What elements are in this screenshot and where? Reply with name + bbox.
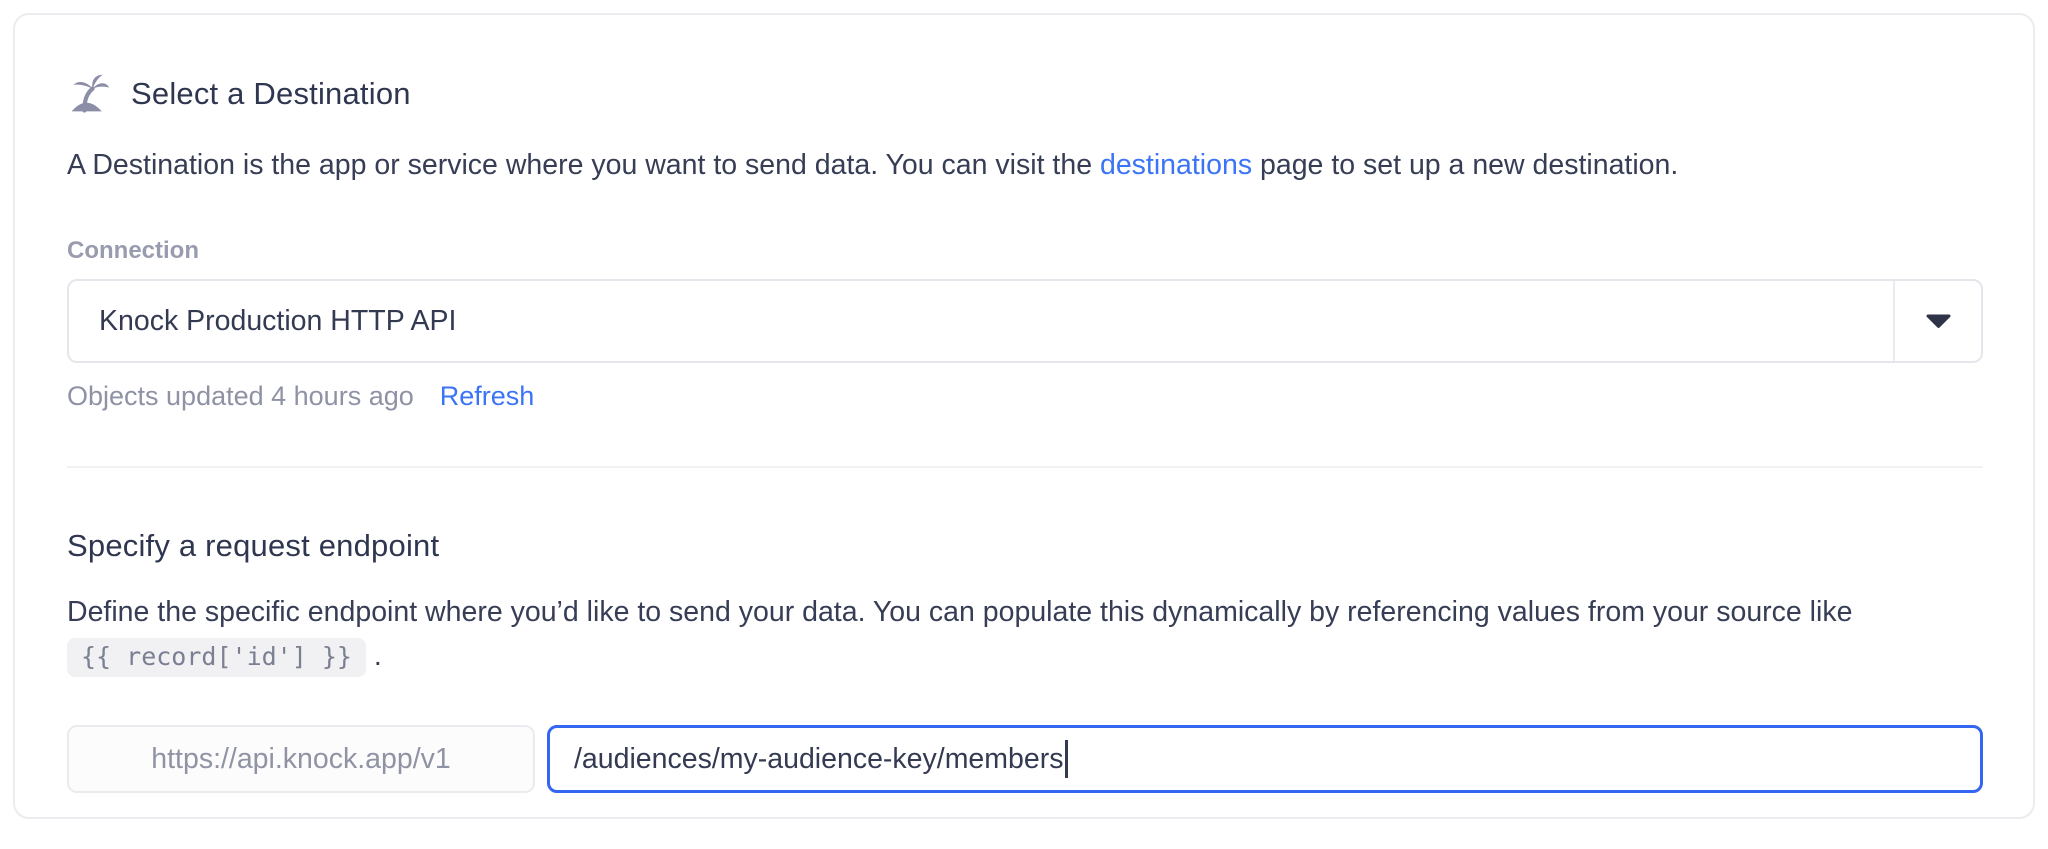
- description-text-after: page to set up a new destination.: [1252, 149, 1679, 181]
- objects-updated-status: Objects updated 4 hours ago: [67, 381, 414, 411]
- destinations-link[interactable]: destinations: [1100, 149, 1252, 181]
- endpoint-heading: Specify a request endpoint: [67, 528, 440, 563]
- base-url-prefix: https://api.knock.app/v1: [67, 725, 535, 793]
- description-text-before: A Destination is the app or service wher…: [67, 149, 1100, 181]
- text-cursor: [1065, 740, 1069, 778]
- record-id-code-chip: {{ record['id'] }}: [67, 638, 366, 677]
- palm-island-icon: [67, 71, 111, 117]
- endpoint-description-before: Define the specific endpoint where you’d…: [67, 596, 1853, 628]
- endpoint-path-value: /audiences/my-audience-key/members: [574, 742, 1064, 775]
- endpoint-input-row: https://api.knock.app/v1 /audiences/my-a…: [67, 725, 1983, 793]
- chevron-down-icon: [1893, 281, 1981, 361]
- refresh-link[interactable]: Refresh: [440, 381, 535, 412]
- page-title: Select a Destination: [131, 76, 411, 111]
- endpoint-description-after: .: [365, 640, 382, 672]
- connection-status-row: Objects updated 4 hours ago Refresh: [67, 381, 1981, 412]
- connection-label: Connection: [67, 237, 199, 264]
- card-header: Select a Destination: [67, 71, 1981, 117]
- endpoint-description: Define the specific endpoint where you’d…: [67, 590, 1981, 679]
- select-destination-card: Select a Destination A Destination is th…: [13, 13, 2035, 819]
- endpoint-path-input[interactable]: /audiences/my-audience-key/members: [547, 725, 1983, 793]
- destination-description: A Destination is the app or service wher…: [67, 143, 1981, 187]
- connection-select-value: Knock Production HTTP API: [99, 304, 457, 337]
- connection-select[interactable]: Knock Production HTTP API: [67, 279, 1983, 363]
- section-divider: [67, 466, 1983, 468]
